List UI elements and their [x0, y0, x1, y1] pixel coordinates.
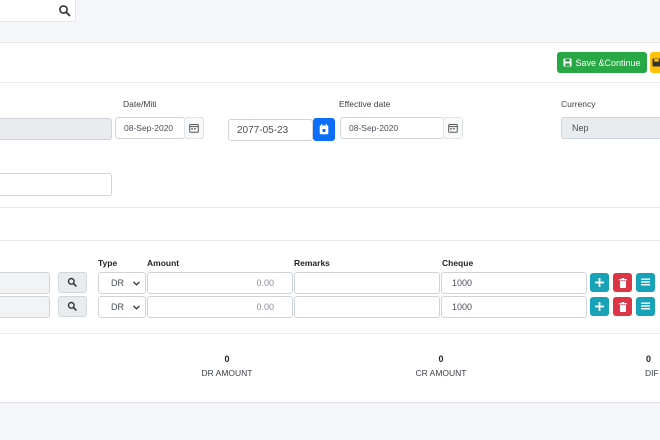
remarks-input[interactable]	[294, 296, 440, 318]
trash-icon	[618, 277, 627, 288]
remarks-input[interactable]	[294, 272, 440, 294]
dr-amount-value: 0	[224, 354, 230, 364]
row-details-button[interactable]	[636, 297, 655, 316]
search-icon	[67, 277, 77, 287]
divider	[0, 82, 660, 83]
type-select[interactable]: DR	[98, 296, 146, 318]
type-value: DR	[111, 302, 124, 312]
effective-date-calendar-button[interactable]	[443, 117, 463, 139]
effective-date-label: Effective date	[339, 99, 391, 109]
date-calendar-button[interactable]	[184, 117, 204, 139]
amount-value: 0.00	[256, 302, 274, 312]
difference-value: 0	[646, 354, 652, 364]
save-button[interactable]	[650, 52, 660, 73]
currency-field[interactable]: Nep	[561, 117, 660, 139]
cr-amount-value: 0	[438, 354, 444, 364]
divider	[0, 240, 660, 241]
type-value: DR	[111, 278, 124, 288]
divider	[0, 207, 660, 208]
list-icon	[641, 302, 650, 310]
currency-value: Nep	[572, 123, 589, 133]
save-icon	[563, 58, 573, 67]
effective-date-field[interactable]: 08-Sep-2020	[340, 117, 444, 139]
search-icon	[67, 301, 77, 311]
nepali-date-calendar-button[interactable]	[313, 118, 335, 141]
trash-icon	[618, 301, 627, 312]
header-amount: Amount	[147, 258, 180, 268]
add-row-button[interactable]	[590, 273, 609, 292]
header-type: Type	[98, 258, 118, 268]
dr-amount-label: DR AMOUNT	[201, 368, 253, 378]
cheque-input[interactable]: 1000	[441, 296, 587, 318]
delete-row-button[interactable]	[613, 273, 632, 292]
delete-row-button[interactable]	[613, 297, 632, 316]
save-continue-button[interactable]: Save &Continue	[557, 52, 647, 73]
save-continue-label: Save &Continue	[575, 57, 641, 68]
plus-icon	[595, 302, 604, 311]
chevron-down-icon	[133, 280, 140, 286]
effective-date-value: 08-Sep-2020	[349, 123, 399, 133]
cheque-input[interactable]: 1000	[441, 272, 587, 294]
cr-amount-label: CR AMOUNT	[415, 368, 467, 378]
ledger-field[interactable]	[0, 296, 50, 318]
cheque-value: 1000	[452, 302, 473, 312]
amount-input[interactable]: 0.00	[147, 272, 293, 294]
amount-input[interactable]: 0.00	[147, 296, 293, 318]
search-icon[interactable]	[58, 4, 72, 18]
add-row-button[interactable]	[590, 297, 609, 316]
nepali-date-value: 2077-05-23	[237, 124, 289, 136]
row-details-button[interactable]	[636, 273, 655, 292]
currency-label: Currency	[561, 99, 596, 109]
top-bar	[0, 0, 660, 26]
date-value: 08-Sep-2020	[124, 123, 174, 133]
header-cheque: Cheque	[442, 258, 474, 268]
ledger-search-button[interactable]	[58, 272, 87, 293]
ledger-field[interactable]	[0, 272, 50, 294]
date-label: Date/Miti	[123, 99, 157, 109]
difference-label: DIF	[645, 368, 659, 378]
divider	[0, 333, 660, 334]
calendar-icon	[448, 124, 458, 133]
ledger-search-button[interactable]	[58, 296, 87, 317]
nepali-date-field[interactable]: 2077-05-23	[228, 119, 313, 141]
account-field[interactable]	[0, 118, 112, 140]
header-remarks: Remarks	[294, 258, 330, 268]
save-icon	[652, 58, 660, 67]
calendar-icon	[319, 124, 329, 135]
chevron-down-icon	[133, 304, 140, 310]
amount-value: 0.00	[256, 278, 274, 288]
type-select[interactable]: DR	[98, 272, 146, 294]
plus-icon	[595, 278, 604, 287]
date-field[interactable]: 08-Sep-2020	[115, 117, 185, 139]
voucher-card	[0, 42, 660, 403]
calendar-icon	[189, 124, 199, 133]
list-icon	[641, 278, 650, 286]
narration-field[interactable]	[0, 173, 112, 196]
cheque-value: 1000	[452, 278, 473, 288]
